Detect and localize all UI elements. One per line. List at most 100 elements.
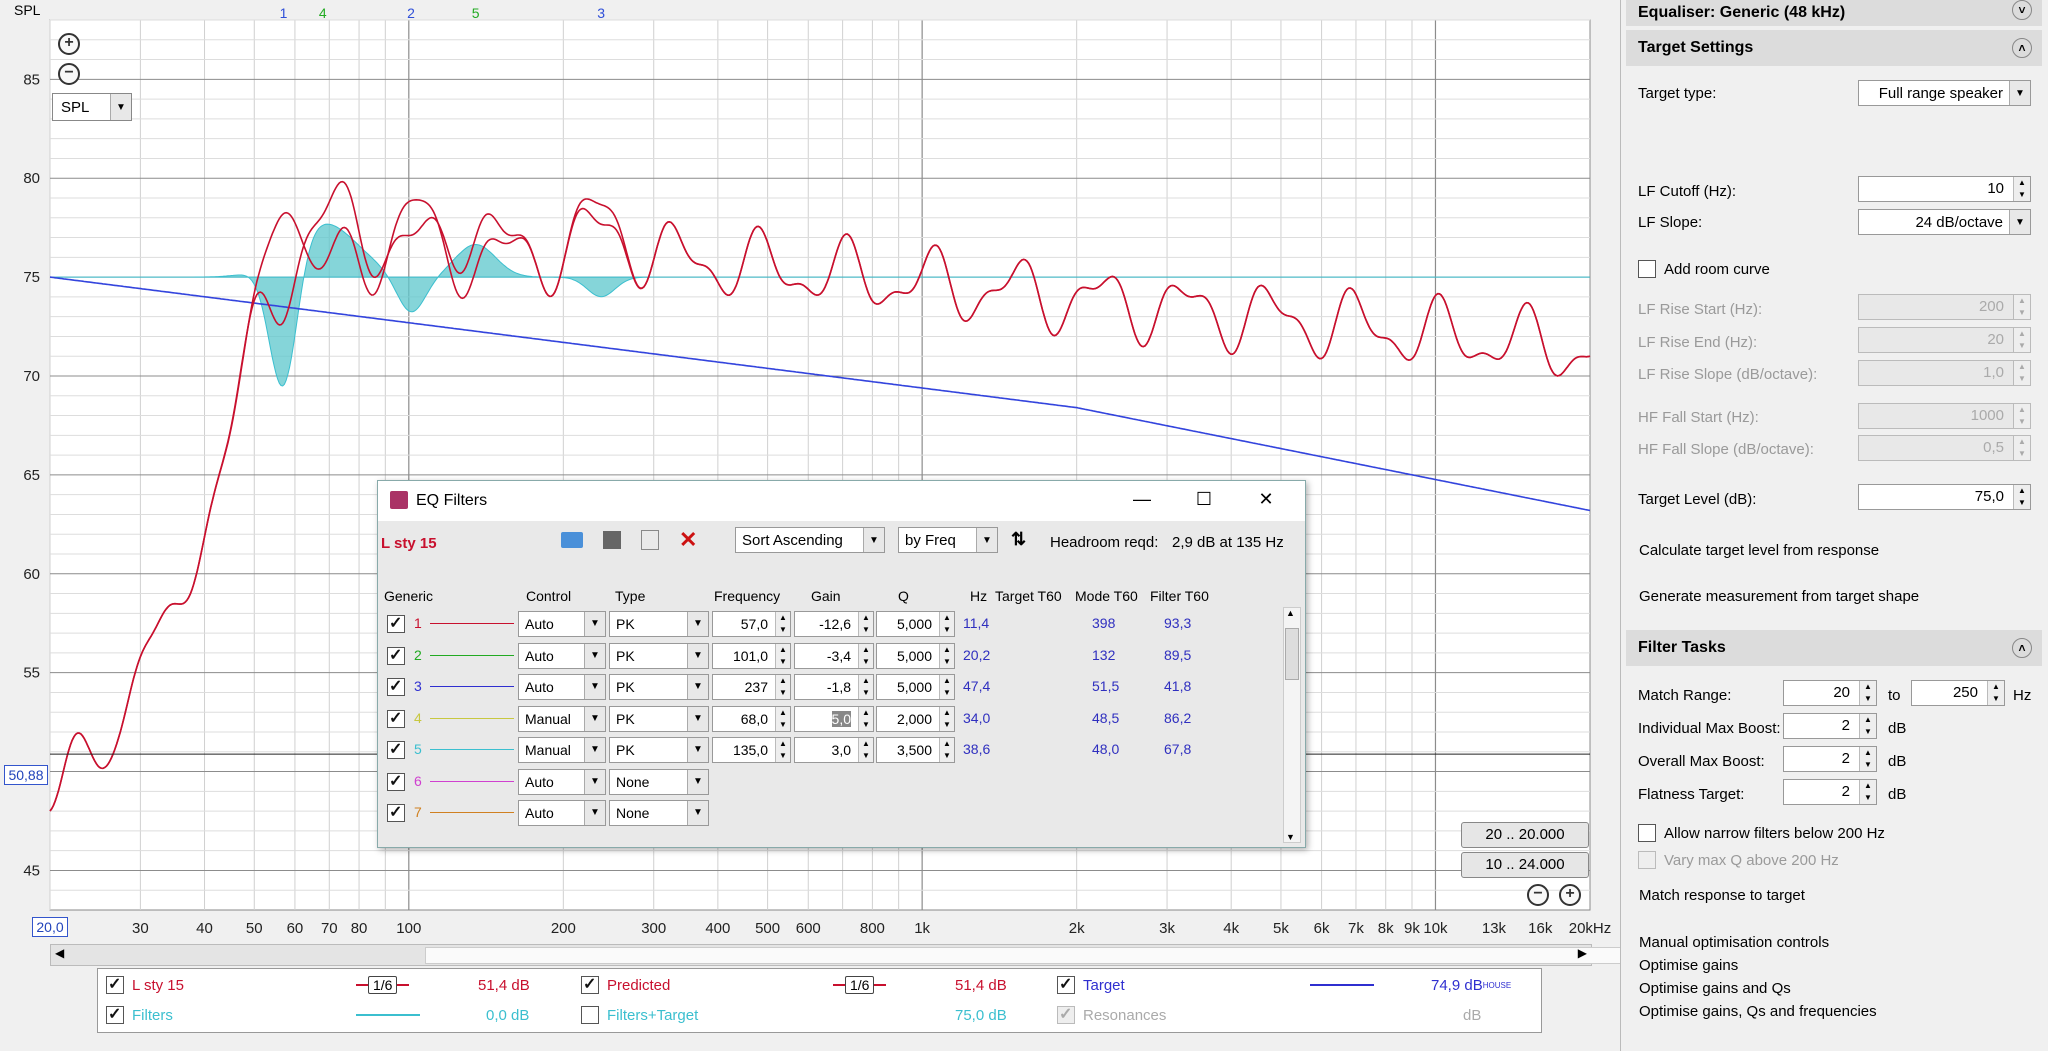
scroll-down-icon[interactable]: ▼	[1286, 832, 1295, 842]
checkbox[interactable]	[106, 1004, 124, 1024]
filter-row[interactable]: 4 Manual ▼ PK ▼ 68,0 ▲▼ 5,0 ▲▼ 2,000 ▲▼ 34,0 48,5 86,…	[378, 704, 1278, 732]
match-range-to-input[interactable]: 250 ▲ ▼	[1911, 680, 2005, 706]
legend-smoothing[interactable]: 1/6	[833, 972, 887, 998]
filter-control-select[interactable]: Manual ▼	[518, 737, 606, 763]
optimise-gains-button[interactable]: Optimise gains	[1639, 957, 1738, 974]
level-marker-value[interactable]: 50,88	[4, 765, 48, 785]
legend-item-filters[interactable]: Filters	[106, 1002, 173, 1028]
checkbox[interactable]	[106, 974, 124, 994]
legend-smoothing[interactable]: 1/6	[356, 972, 410, 998]
filter-q-input[interactable]: 2,000 ▲ ▼	[876, 705, 955, 732]
spinner-icon[interactable]: ▲ ▼	[858, 643, 873, 668]
scrollbar-thumb[interactable]	[425, 947, 1667, 964]
copy-icon[interactable]	[641, 530, 659, 550]
spinner-icon[interactable]: ▲ ▼	[775, 706, 790, 731]
filter-control-select[interactable]: Auto ▼	[518, 674, 606, 700]
filter-frequency-input[interactable]: 68,0 ▲ ▼	[712, 705, 791, 732]
filter-enable-checkbox[interactable]	[387, 771, 405, 791]
range-20-20000-button[interactable]: 20 .. 20.000	[1461, 822, 1589, 848]
swap-sort-icon[interactable]: ⇅	[1011, 529, 1026, 550]
delete-icon[interactable]: ✕	[679, 527, 697, 553]
spinner-icon[interactable]: ▲ ▼	[775, 675, 790, 699]
filter-q-input[interactable]: 3,500 ▲ ▼	[876, 737, 955, 763]
filter-gain-input[interactable]: -12,6 ▲ ▼	[794, 611, 874, 637]
target-type-select[interactable]: Full range speaker ▼	[1858, 80, 2031, 106]
x-zoom-in-icon[interactable]: +	[1559, 884, 1581, 906]
spinner-icon[interactable]: ▲ ▼	[858, 612, 873, 636]
filter-row[interactable]: 6 Auto ▼ None ▼	[378, 767, 1278, 795]
checkbox[interactable]	[581, 1006, 599, 1024]
maximize-icon[interactable]: ☐	[1192, 489, 1216, 510]
x-zoom-out-icon[interactable]: −	[1527, 884, 1549, 906]
equaliser-header[interactable]: Equaliser: Generic (48 kHz) ˅	[1626, 0, 2042, 26]
legend-item-measurement[interactable]: L sty 15	[106, 972, 184, 998]
zoom-in-icon[interactable]: +	[58, 33, 80, 55]
filter-type-select[interactable]: PK ▼	[609, 705, 709, 732]
eq-filters-window[interactable]: EQ Filters — ☐ ✕ L sty 15 ✕ Sort Ascendi…	[377, 480, 1306, 848]
filter-frequency-input[interactable]: 237 ▲ ▼	[712, 674, 791, 700]
calculate-target-level-button[interactable]: Calculate target level from response	[1639, 542, 1879, 559]
checkbox[interactable]	[1638, 260, 1656, 278]
close-icon[interactable]: ✕	[1254, 489, 1278, 510]
filter-frequency-input[interactable]: 135,0 ▲ ▼	[712, 737, 791, 763]
save-icon[interactable]	[603, 531, 621, 549]
filter-control-select[interactable]: Auto ▼	[518, 800, 606, 826]
checkbox[interactable]	[581, 974, 599, 994]
target-settings-header[interactable]: Target Settings ˄	[1626, 30, 2042, 66]
spinner-icon[interactable]: ▲ ▼	[2013, 485, 2030, 509]
filter-tasks-header[interactable]: Filter Tasks ˄	[1626, 630, 2042, 666]
spinner-icon[interactable]: ▲ ▼	[939, 612, 954, 636]
filter-type-select[interactable]: PK ▼	[609, 674, 709, 700]
filter-gain-input[interactable]: -3,4 ▲ ▼	[794, 642, 874, 669]
match-response-button[interactable]: Match response to target	[1639, 887, 1805, 904]
target-level-input[interactable]: 75,0 ▲ ▼	[1858, 484, 2031, 510]
overall-max-boost-input[interactable]: 2 ▲ ▼	[1783, 746, 1877, 772]
filter-row[interactable]: 1 Auto ▼ PK ▼ 57,0 ▲▼ -12,6 ▲▼ 5,000 ▲▼ 11,4 398 93,3	[378, 609, 1278, 637]
legend-item-target[interactable]: Target	[1057, 972, 1125, 998]
filter-type-select[interactable]: PK ▼	[609, 611, 709, 637]
open-folder-icon[interactable]	[561, 532, 583, 548]
filter-gain-input[interactable]: -1,8 ▲ ▼	[794, 674, 874, 700]
minimize-icon[interactable]: —	[1130, 489, 1154, 510]
individual-max-boost-input[interactable]: 2 ▲ ▼	[1783, 713, 1877, 739]
legend-item-predicted[interactable]: Predicted	[581, 972, 670, 998]
spinner-icon[interactable]: ▲ ▼	[939, 706, 954, 731]
spinner-icon[interactable]: ▲ ▼	[775, 643, 790, 668]
spinner-icon[interactable]: ▲ ▼	[1859, 714, 1876, 738]
filter-q-input[interactable]: 5,000 ▲ ▼	[876, 611, 955, 637]
horizontal-scrollbar[interactable]: ◀ ▶	[50, 944, 1667, 966]
allow-narrow-filters-checkbox[interactable]: Allow narrow filters below 200 Hz	[1638, 824, 1885, 842]
filter-gain-input[interactable]: 5,0 ▲ ▼	[794, 705, 874, 732]
filter-frequency-input[interactable]: 101,0 ▲ ▼	[712, 642, 791, 669]
spl-select[interactable]: SPL ▼	[52, 93, 132, 121]
spinner-icon[interactable]: ▲ ▼	[775, 738, 790, 762]
filter-enable-checkbox[interactable]	[387, 613, 405, 633]
zoom-out-icon[interactable]: −	[58, 63, 80, 85]
filter-type-select[interactable]: None ▼	[609, 800, 709, 826]
filter-q-input[interactable]: 5,000 ▲ ▼	[876, 642, 955, 669]
lf-slope-select[interactable]: 24 dB/octave ▼	[1858, 209, 2031, 235]
filter-control-select[interactable]: Manual ▼	[518, 705, 606, 732]
filter-enable-checkbox[interactable]	[387, 739, 405, 759]
spinner-icon[interactable]: ▲ ▼	[775, 612, 790, 636]
x-axis-start-value[interactable]: 20,0	[32, 917, 68, 937]
filter-row[interactable]: 5 Manual ▼ PK ▼ 135,0 ▲▼ 3,0 ▲▼ 3,500 ▲▼ 38,6 48,0 67…	[378, 735, 1278, 763]
spinner-icon[interactable]: ▲ ▼	[858, 738, 873, 762]
filter-control-select[interactable]: Auto ▼	[518, 642, 606, 669]
flatness-target-input[interactable]: 2 ▲ ▼	[1783, 779, 1877, 805]
scroll-right-icon[interactable]: ▶	[1578, 946, 1587, 960]
filters-scrollbar[interactable]: ▲ ▼	[1283, 607, 1301, 843]
spinner-icon[interactable]: ▲ ▼	[2013, 177, 2030, 201]
scroll-up-icon[interactable]: ▲	[1286, 608, 1295, 618]
spinner-icon[interactable]: ▲ ▼	[1859, 681, 1876, 705]
filter-enable-checkbox[interactable]	[387, 802, 405, 822]
filter-enable-checkbox[interactable]	[387, 708, 405, 728]
filter-q-input[interactable]: 5,000 ▲ ▼	[876, 674, 955, 700]
filter-type-select[interactable]: PK ▼	[609, 737, 709, 763]
filter-type-select[interactable]: PK ▼	[609, 642, 709, 669]
checkbox[interactable]	[1057, 974, 1075, 994]
filter-enable-checkbox[interactable]	[387, 645, 405, 665]
filter-row[interactable]: 7 Auto ▼ None ▼	[378, 798, 1278, 826]
collapse-icon[interactable]: ˄	[2012, 38, 2032, 58]
spinner-icon[interactable]: ▲ ▼	[939, 738, 954, 762]
